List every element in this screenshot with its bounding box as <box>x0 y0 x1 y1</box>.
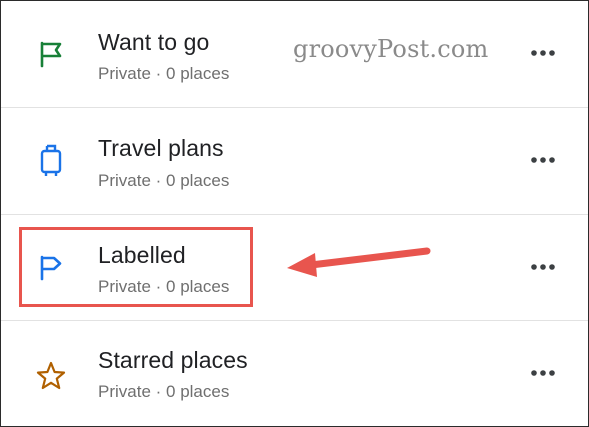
more-options-button[interactable] <box>528 257 558 277</box>
list-title: Starred places <box>98 347 248 373</box>
more-options-button[interactable] <box>528 150 558 170</box>
more-options-button[interactable] <box>528 363 558 383</box>
flag-icon <box>31 34 71 74</box>
list-item-labelled[interactable]: Labelled Private · 0 places <box>1 215 588 321</box>
more-horizontal-icon <box>531 157 555 163</box>
list-subtitle: Private · 0 places <box>98 382 230 401</box>
label-flag-icon <box>31 247 71 287</box>
list-subtitle: Private · 0 places <box>98 277 230 296</box>
more-horizontal-icon <box>531 370 555 376</box>
list-subtitle: Private · 0 places <box>98 64 230 83</box>
list-title: Travel plans <box>98 135 224 161</box>
saved-lists-panel: groovyPost.com Want to go Private · 0 pl… <box>0 0 589 427</box>
list-item-travel-plans[interactable]: Travel plans Private · 0 places <box>1 108 588 214</box>
list-title: Want to go <box>98 29 210 55</box>
list-title: Labelled <box>98 242 186 268</box>
list-subtitle: Private · 0 places <box>98 171 230 190</box>
list-item-want-to-go[interactable]: Want to go Private · 0 places <box>1 1 588 107</box>
more-horizontal-icon <box>531 264 555 270</box>
star-icon <box>31 356 71 396</box>
more-horizontal-icon <box>531 50 555 56</box>
list-item-starred-places[interactable]: Starred places Private · 0 places <box>1 321 588 426</box>
more-options-button[interactable] <box>528 43 558 63</box>
suitcase-icon <box>31 140 71 180</box>
